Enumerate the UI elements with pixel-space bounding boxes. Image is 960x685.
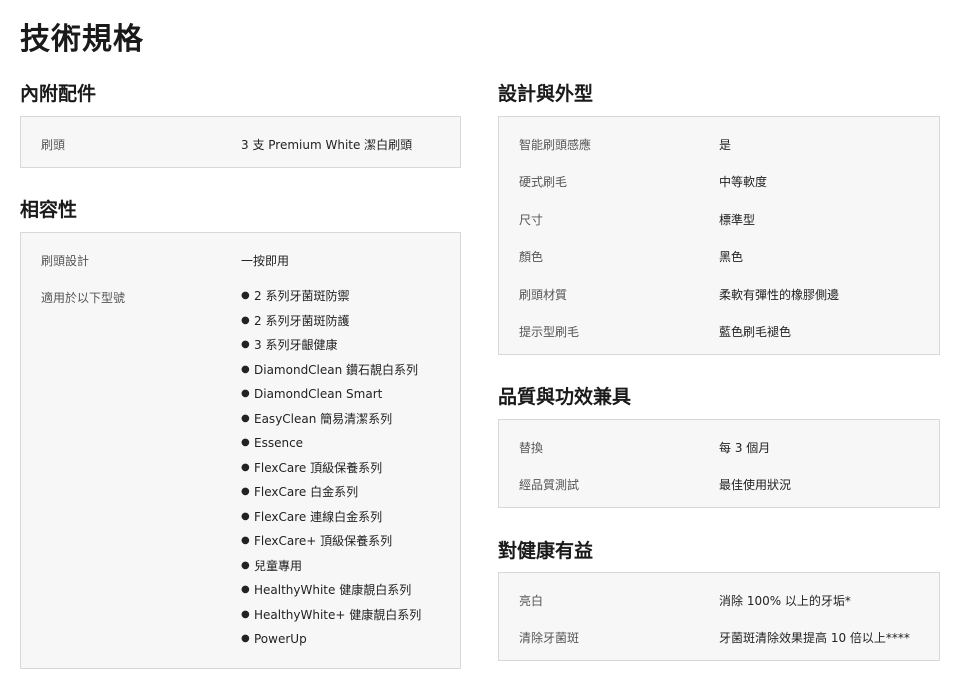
bullet-icon: ● — [241, 314, 250, 326]
spec-value: 3 支 Premium White 潔白刷頭 — [241, 138, 413, 152]
included-spec-table: 刷頭 3 支 Premium White 潔白刷頭 — [20, 116, 461, 168]
spec-label: 硬式刷毛 — [519, 175, 568, 189]
bullet-icon: ● — [241, 510, 250, 522]
spec-value: 是 — [719, 138, 732, 152]
spec-label: 智能刷頭感應 — [519, 138, 592, 152]
model-name: 2 系列牙菌斑防禦 — [254, 289, 350, 303]
section-title-quality: 品質與功效兼具 — [498, 386, 632, 408]
model-name: FlexCare 連線白金系列 — [254, 509, 383, 524]
model-name: PowerUp — [254, 632, 307, 646]
spec-value: 每 3 個月 — [719, 441, 771, 455]
bullet-icon: ● — [241, 486, 250, 497]
model-name: DiamondClean Smart — [254, 387, 383, 401]
spec-value: 最佳使用狀況 — [719, 478, 792, 492]
compatible-models-list: ● 2 系列牙菌斑防禦 ● 2 系列牙菌斑防護 ● 3 系列牙齦健康 ● Diamond… — [241, 289, 421, 657]
model-name: FlexCare+ 頂級保養系列 — [254, 534, 393, 548]
bullet-icon: ● — [241, 633, 250, 644]
bullet-icon: ● — [241, 339, 250, 350]
model-name: HealthyWhite 健康靚白系列 — [254, 583, 412, 597]
spec-label: 清除牙菌斑 — [519, 631, 580, 645]
model-name: 2 系列牙菌斑防護 — [254, 313, 350, 328]
bullet-icon: ● — [241, 608, 250, 620]
compatibility-spec-table: 刷頭設計 一按即用 適用於以下型號 ● 2 系列牙菌斑防禦 ● 2 系列牙菌斑防護 … — [20, 232, 461, 669]
spec-value: 中等軟度 — [719, 175, 768, 189]
model-name: FlexCare 頂級保養系列 — [254, 460, 383, 475]
bullet-icon: ● — [241, 535, 250, 546]
model-name: EasyClean 簡易清潔系列 — [254, 411, 393, 426]
bullet-icon: ● — [241, 388, 250, 399]
list-item: ● 3 系列牙齦健康 — [241, 338, 421, 363]
model-name: FlexCare 白金系列 — [254, 485, 359, 499]
list-item: ● FlexCare+ 頂級保養系列 — [241, 534, 421, 559]
bullet-icon: ● — [241, 559, 250, 571]
section-title-health: 對健康有益 — [498, 540, 594, 562]
bullet-icon: ● — [241, 461, 250, 473]
spec-label: 刷頭 — [41, 138, 66, 152]
list-item: ● 2 系列牙菌斑防護 — [241, 314, 421, 339]
spec-value: 柔軟有彈性的橡膠側邊 — [719, 288, 840, 302]
bullet-icon: ● — [241, 363, 250, 375]
model-name: Essence — [254, 436, 304, 450]
spec-label: 替換 — [519, 441, 544, 455]
list-item: ● PowerUp — [241, 632, 421, 657]
spec-value: 消除 100% 以上的牙垢* — [719, 594, 851, 608]
list-item: ● HealthyWhite+ 健康靚白系列 — [241, 608, 421, 633]
spec-value: 藍色刷毛褪色 — [719, 325, 792, 339]
page-title: 技術規格 — [20, 22, 144, 57]
list-item: ● HealthyWhite 健康靚白系列 — [241, 583, 421, 608]
spec-label: 顏色 — [519, 250, 544, 264]
spec-label: 刷頭材質 — [519, 288, 568, 302]
section-title-included: 內附配件 — [20, 83, 97, 105]
section-title-design: 設計與外型 — [498, 83, 594, 105]
section-title-compatibility: 相容性 — [20, 199, 78, 221]
spec-value: 標準型 — [719, 213, 756, 227]
spec-label: 刷頭設計 — [41, 254, 90, 268]
spec-value: 牙菌斑清除效果提高 10 倍以上**** — [719, 631, 910, 645]
spec-label: 提示型刷毛 — [519, 325, 580, 339]
list-item: ● FlexCare 白金系列 — [241, 485, 421, 510]
list-item: ● Essence — [241, 436, 421, 461]
spec-label: 亮白 — [519, 594, 544, 608]
bullet-icon: ● — [241, 412, 250, 424]
model-name: DiamondClean 鑽石靚白系列 — [254, 362, 419, 377]
bullet-icon: ● — [241, 584, 250, 595]
list-item: ● 2 系列牙菌斑防禦 — [241, 289, 421, 314]
list-item: ● DiamondClean Smart — [241, 387, 421, 412]
spec-value: 黑色 — [719, 250, 744, 264]
list-item: ● 兒童專用 — [241, 559, 421, 584]
list-item: ● EasyClean 簡易清潔系列 — [241, 412, 421, 437]
model-name: 兒童專用 — [254, 558, 303, 573]
spec-label: 適用於以下型號 — [41, 291, 126, 305]
quality-spec-table: 替換 每 3 個月 經品質測試 最佳使用狀況 — [498, 419, 940, 508]
spec-label: 經品質測試 — [519, 478, 580, 492]
list-item: ● FlexCare 連線白金系列 — [241, 510, 421, 535]
model-name: HealthyWhite+ 健康靚白系列 — [254, 607, 422, 622]
spec-label: 尺寸 — [519, 213, 544, 227]
bullet-icon: ● — [241, 437, 250, 448]
bullet-icon: ● — [241, 290, 250, 301]
health-spec-table: 亮白 消除 100% 以上的牙垢* 清除牙菌斑 牙菌斑清除效果提高 10 倍以上… — [498, 572, 940, 661]
spec-value: 一按即用 — [241, 254, 290, 268]
list-item: ● FlexCare 頂級保養系列 — [241, 461, 421, 486]
design-spec-table: 智能刷頭感應 是 硬式刷毛 中等軟度 尺寸 標準型 顏色 黑色 刷頭材質 柔軟有… — [498, 116, 940, 355]
list-item: ● DiamondClean 鑽石靚白系列 — [241, 363, 421, 388]
model-name: 3 系列牙齦健康 — [254, 338, 338, 352]
